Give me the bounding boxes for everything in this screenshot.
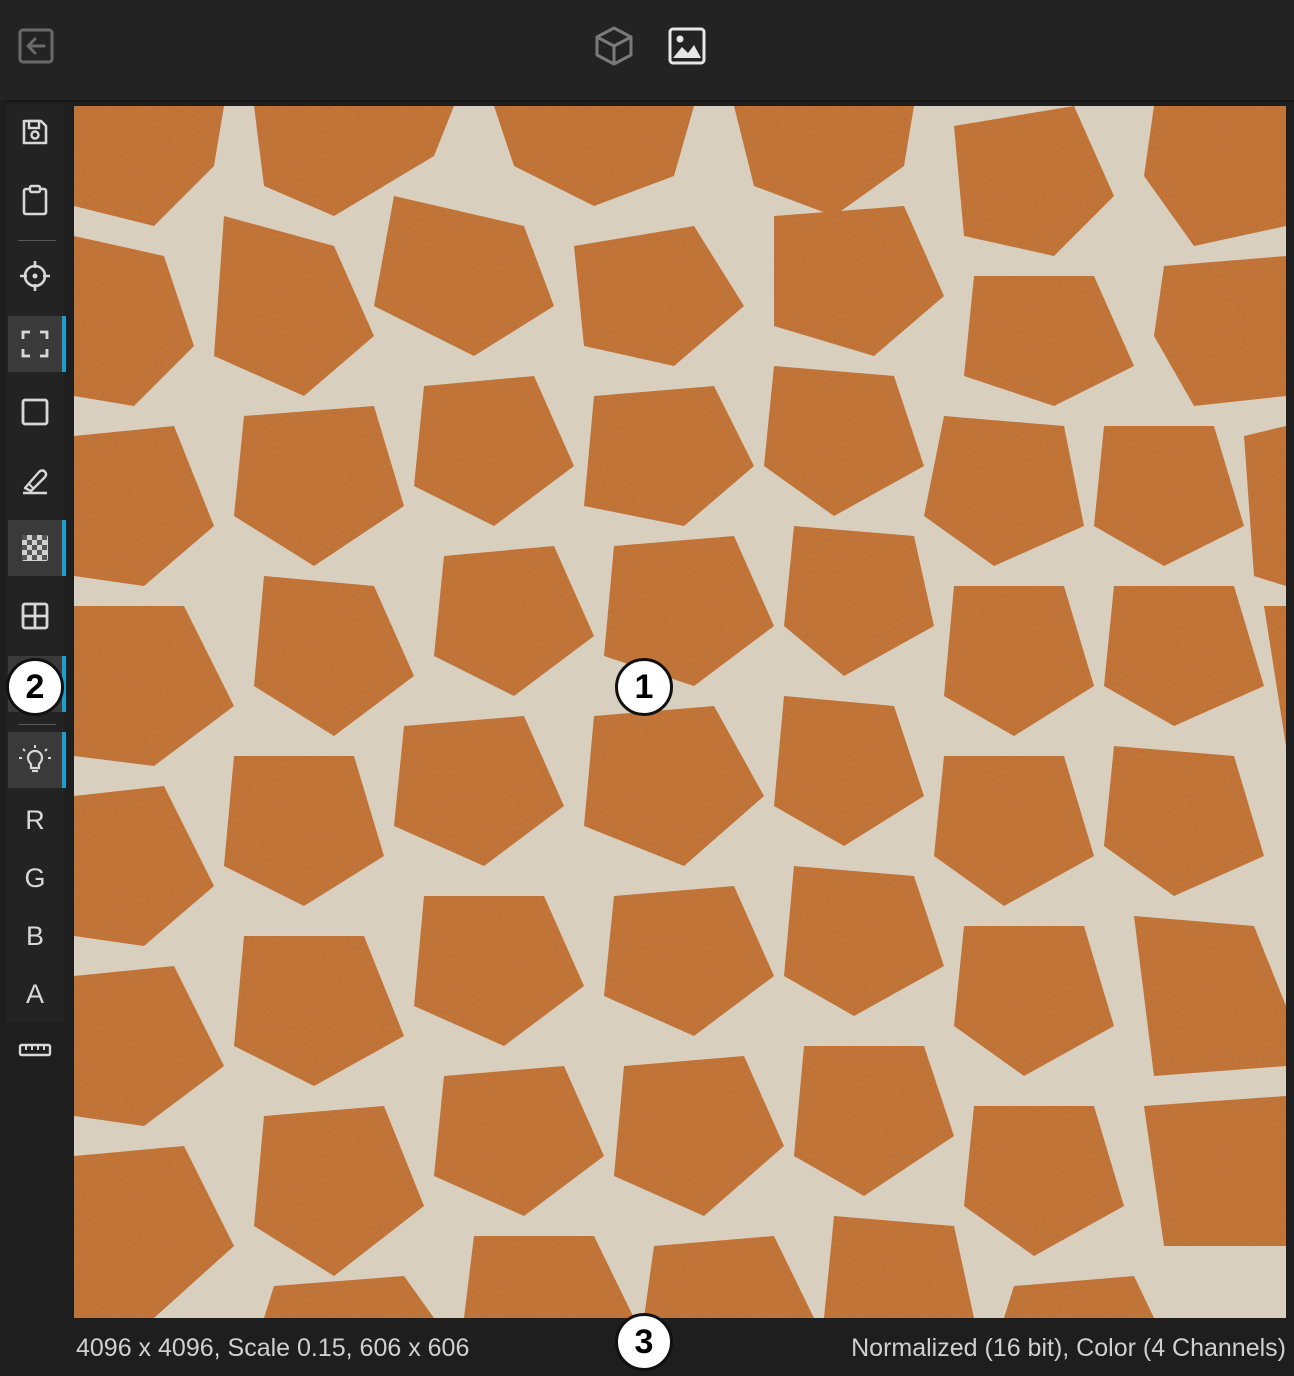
texture-viewport[interactable]	[74, 106, 1286, 1318]
measure-button[interactable]	[8, 1022, 62, 1078]
cube-icon[interactable]	[592, 24, 636, 68]
topbar-separator	[6, 100, 1294, 102]
channel-a-button[interactable]: A	[8, 966, 62, 1022]
callout-badge-1: 1	[615, 658, 673, 716]
top-toolbar	[0, 0, 1294, 100]
checkerboard-icon	[22, 535, 48, 561]
lighting-button[interactable]	[8, 732, 66, 788]
giraffe-texture-image	[74, 106, 1286, 1318]
tile-grid-button[interactable]	[8, 588, 62, 644]
transparency-checker-button[interactable]	[8, 520, 66, 576]
image-dimensions-text: 4096 x 4096, Scale 0.15, 606 x 606	[76, 1334, 470, 1362]
back-arrow-icon[interactable]	[14, 24, 58, 68]
save-button[interactable]	[8, 104, 62, 160]
ruler-icon	[18, 1043, 52, 1057]
image-icon[interactable]	[665, 24, 709, 68]
draw-button[interactable]	[8, 452, 62, 508]
border-toggle-button[interactable]	[8, 384, 62, 440]
grid-icon	[21, 602, 49, 630]
crosshair-icon	[20, 261, 50, 291]
square-icon	[21, 398, 49, 426]
clipboard-icon	[22, 184, 48, 216]
channel-b-button[interactable]: B	[8, 908, 62, 964]
toolbar-divider	[18, 724, 56, 725]
callout-badge-2: 2	[6, 658, 64, 716]
image-format-text: Normalized (16 bit), Color (4 Channels)	[851, 1334, 1286, 1362]
channel-g-button[interactable]: G	[8, 850, 62, 906]
floppy-disk-icon	[22, 119, 48, 145]
pen-icon	[23, 469, 48, 495]
callout-badge-3: 3	[615, 1313, 673, 1371]
lightbulb-icon	[19, 745, 51, 773]
channel-r-button[interactable]: R	[8, 792, 62, 848]
fit-frame-icon	[21, 330, 49, 358]
copy-to-clipboard-button[interactable]	[8, 172, 62, 228]
center-view-button[interactable]	[8, 248, 62, 304]
status-bar: 4096 x 4096, Scale 0.15, 606 x 606 Norma…	[74, 1322, 1294, 1376]
toolbar-divider	[18, 240, 56, 241]
fit-view-button[interactable]	[8, 316, 66, 372]
